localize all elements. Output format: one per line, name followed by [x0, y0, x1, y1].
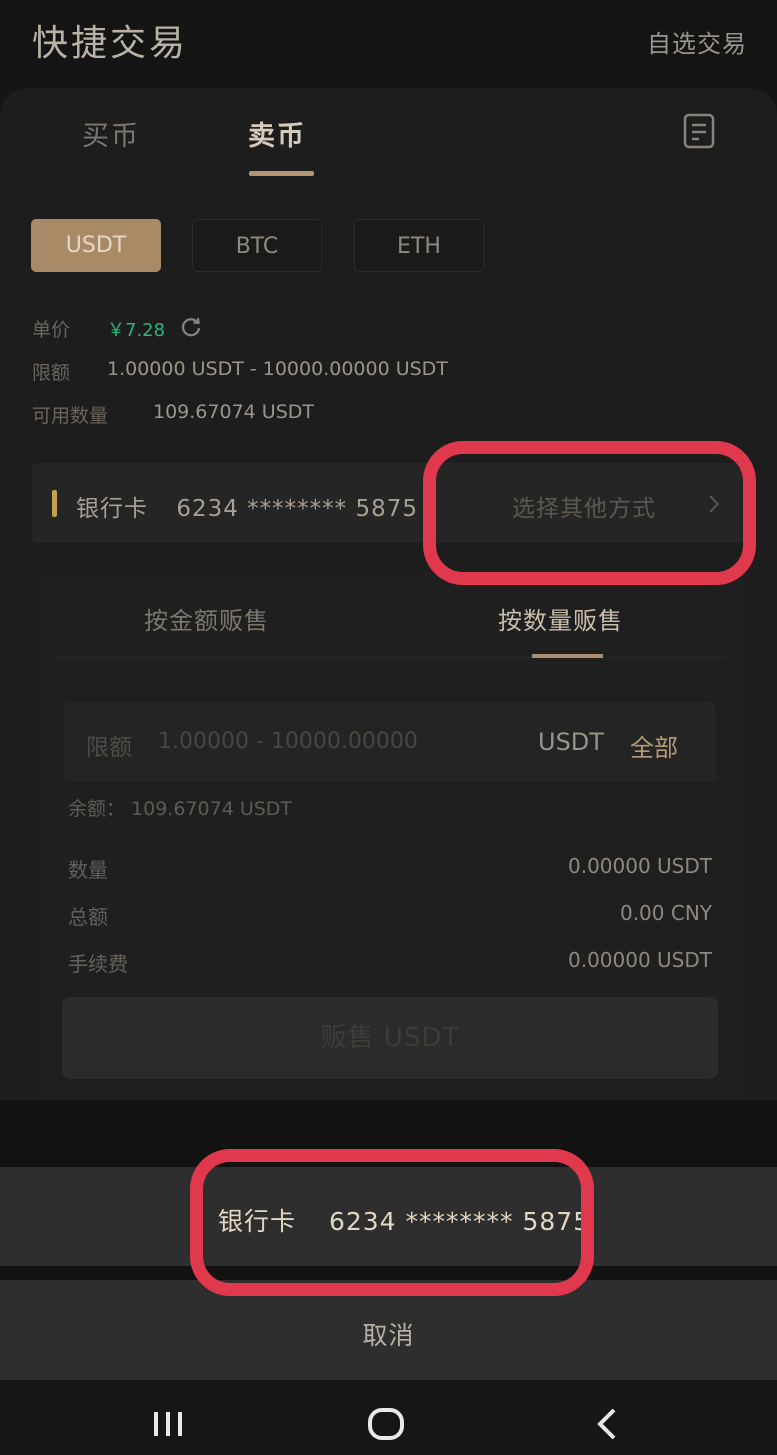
- tab-buy[interactable]: 买币: [82, 114, 140, 153]
- balance-text: 余额： 109.67074 USDT: [68, 798, 293, 820]
- quantity-value: 0.00000 USDT: [567, 854, 712, 878]
- tab-sell-by-quantity[interactable]: 按数量贩售: [498, 601, 623, 636]
- fee-value: 0.00000 USDT: [567, 948, 712, 972]
- highlight-bank-card-option: [190, 1149, 594, 1296]
- limit-label: 限额: [32, 362, 71, 384]
- tab-sell[interactable]: 卖币: [248, 114, 306, 153]
- quantity-label: 数量: [68, 858, 108, 882]
- payment-indicator: [52, 490, 57, 517]
- cancel-label: 取消: [362, 1321, 415, 1350]
- highlight-choose-other-method: [423, 441, 756, 585]
- back-icon[interactable]: [588, 1404, 628, 1444]
- payment-method-name: 银行卡: [76, 496, 148, 522]
- input-limit-label: 限额: [86, 735, 132, 761]
- coin-usdt-button[interactable]: USDT: [31, 219, 161, 272]
- coin-btc-button[interactable]: BTC: [192, 219, 322, 272]
- tab-sell-by-amount[interactable]: 按金额贩售: [144, 601, 269, 636]
- order-list-icon[interactable]: [682, 112, 718, 150]
- limit-value: 1.00000 USDT - 10000.00000 USDT: [107, 358, 448, 380]
- payment-card-number: 6234 ******** 5875: [176, 496, 419, 522]
- total-label: 总额: [68, 905, 108, 929]
- home-icon[interactable]: [366, 1404, 406, 1444]
- subtab-active-indicator: [532, 654, 603, 658]
- custom-trade-link[interactable]: 自选交易: [647, 24, 747, 59]
- page-title: 快捷交易: [32, 23, 189, 64]
- sell-usdt-button[interactable]: 贩售 USDT: [62, 997, 718, 1079]
- input-placeholder: 1.00000 - 10000.00000: [158, 729, 418, 754]
- recents-icon[interactable]: [148, 1404, 188, 1444]
- available-value: 109.67074 USDT: [153, 401, 314, 423]
- total-value: 0.00 CNY: [619, 901, 712, 925]
- payment-method: 银行卡 6234 ******** 5875: [76, 489, 418, 523]
- fee-label: 手续费: [68, 952, 128, 976]
- price-label: 单价: [32, 319, 71, 341]
- input-unit: USDT: [538, 728, 604, 756]
- price-value: ￥7.28: [107, 320, 166, 341]
- divider: [55, 657, 725, 658]
- tab-active-indicator: [249, 171, 314, 176]
- all-button[interactable]: 全部: [630, 728, 678, 763]
- available-label: 可用数量: [32, 405, 109, 427]
- coin-eth-button[interactable]: ETH: [354, 219, 484, 272]
- refresh-icon[interactable]: [180, 316, 202, 338]
